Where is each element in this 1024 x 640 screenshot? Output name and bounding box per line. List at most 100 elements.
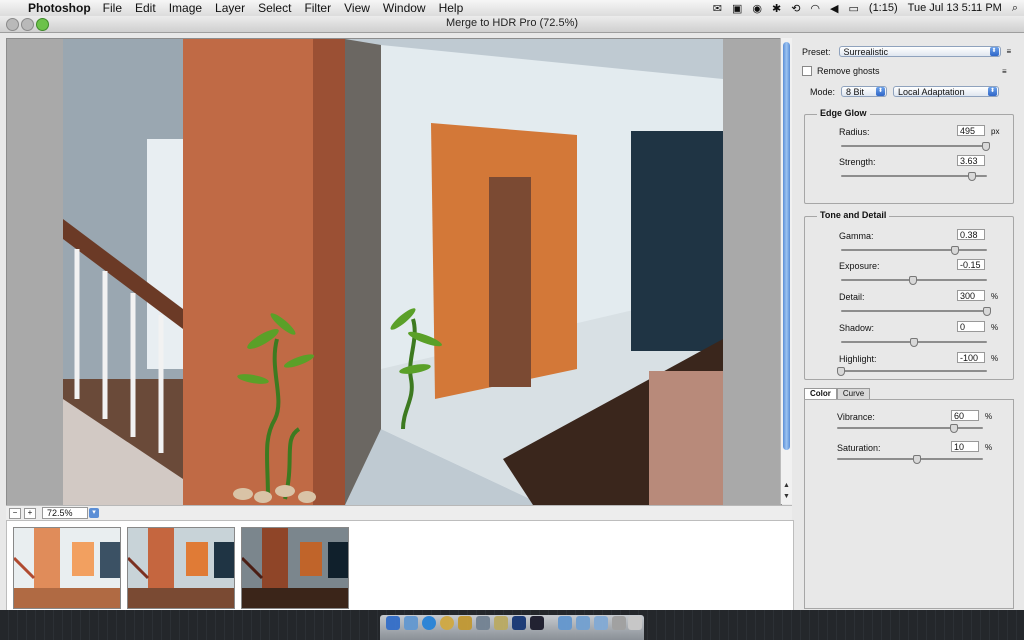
highlight-slider-knob[interactable] <box>837 367 845 376</box>
preset-options-icon[interactable]: ≡ <box>1007 47 1012 56</box>
trash-dock-icon[interactable] <box>628 616 642 630</box>
saturation-slider-knob[interactable] <box>913 455 922 464</box>
garageband-dock-icon[interactable] <box>458 616 472 630</box>
dropdown-arrow-icon: ⬍ <box>876 87 886 96</box>
detail-field[interactable]: 300 <box>957 290 985 301</box>
source-thumbnail-2[interactable] <box>127 527 235 609</box>
battery-time[interactable]: (1:15) <box>869 2 898 14</box>
mail-icon[interactable]: ✉ <box>713 2 722 15</box>
terminal-dock-icon[interactable] <box>530 616 544 630</box>
shadow-label: Shadow: <box>839 323 875 333</box>
tone-detail-group: Tone and Detail Gamma: 0.38 Exposure: -0… <box>804 210 1014 380</box>
radius-field[interactable]: 495 <box>957 125 985 136</box>
tab-curve[interactable]: Curve <box>836 388 871 399</box>
dock-shelf <box>380 615 644 640</box>
highlight-slider[interactable] <box>837 367 987 376</box>
strength-slider-knob[interactable] <box>968 172 977 181</box>
menubar-clock[interactable]: Tue Jul 13 5:11 PM <box>908 2 1002 14</box>
spotlight-icon[interactable]: ⌕ <box>1012 2 1018 15</box>
preview-photo-graphic <box>63 39 723 505</box>
zoom-level-field[interactable]: 72.5% <box>42 507 88 519</box>
documents-dock-icon[interactable] <box>576 616 590 630</box>
hdr-settings-panel: Preset: Surrealistic ⬍ ≡ Remove ghosts ≡… <box>798 38 1016 610</box>
downloads-dock-icon[interactable] <box>594 616 608 630</box>
system-prefs-dock-icon[interactable] <box>476 616 490 630</box>
preset-dropdown[interactable]: Surrealistic ⬍ <box>838 46 1001 57</box>
detail-slider-knob[interactable] <box>983 307 991 316</box>
menu-window[interactable]: Window <box>383 1 426 15</box>
gamma-slider[interactable] <box>841 246 987 255</box>
vibrance-unit: % <box>985 412 993 421</box>
mode-bit-depth-dropdown[interactable]: 8 Bit ⬍ <box>841 86 888 97</box>
wifi-icon[interactable]: ◠ <box>810 2 820 15</box>
remove-ghosts-label: Remove ghosts <box>817 66 880 76</box>
scrollbar-thumb[interactable] <box>783 42 790 450</box>
hdr-preview-image <box>63 39 723 505</box>
shadow-field[interactable]: 0 <box>957 321 985 332</box>
detail-slider[interactable] <box>841 307 991 316</box>
stickies-dock-icon[interactable] <box>494 616 508 630</box>
shadow-slider-knob[interactable] <box>910 338 918 347</box>
dock <box>0 610 1024 640</box>
applications-dock-icon[interactable] <box>612 616 626 630</box>
menu-file[interactable]: File <box>103 1 122 15</box>
app-menu[interactable]: Photoshop <box>28 1 91 15</box>
preview-vertical-scrollbar[interactable]: ▲ ▼ <box>780 38 792 504</box>
saturation-field[interactable]: 10 <box>951 441 979 452</box>
strength-field[interactable]: 3.63 <box>957 155 985 166</box>
dropdown-arrow-icon: ⬍ <box>989 47 999 56</box>
volume-icon[interactable]: ◀ <box>830 2 838 15</box>
menu-help[interactable]: Help <box>439 1 464 15</box>
photoshop-dock-icon[interactable] <box>512 616 526 630</box>
highlight-unit: % <box>991 354 999 363</box>
source-thumbnail-1[interactable] <box>13 527 121 609</box>
shadow-slider[interactable] <box>841 338 987 347</box>
saturation-slider[interactable] <box>837 455 983 464</box>
safari-dock-icon[interactable] <box>422 616 436 630</box>
gamma-field[interactable]: 0.38 <box>957 229 985 240</box>
tone-detail-title: Tone and Detail <box>817 210 890 220</box>
highlight-label: Highlight: <box>839 354 877 364</box>
source-thumbnail-3[interactable] <box>241 527 349 609</box>
bluetooth-icon[interactable]: ✱ <box>772 2 781 15</box>
strength-slider[interactable] <box>841 172 987 181</box>
dropdown-arrow-icon: ⬍ <box>988 87 998 96</box>
menu-view[interactable]: View <box>344 1 370 15</box>
remove-ghosts-checkbox[interactable] <box>802 66 812 76</box>
finder-dock-icon[interactable] <box>386 616 400 630</box>
zoom-dropdown-arrow-icon[interactable]: ▾ <box>89 508 99 518</box>
radius-slider[interactable] <box>841 142 990 151</box>
menu-layer[interactable]: Layer <box>215 1 245 15</box>
menu-select[interactable]: Select <box>258 1 291 15</box>
image-preview-area[interactable] <box>6 38 782 506</box>
tab-color[interactable]: Color <box>804 388 837 399</box>
vibrance-field[interactable]: 60 <box>951 410 979 421</box>
preview-dock-icon[interactable] <box>404 616 418 630</box>
mode-method-dropdown[interactable]: Local Adaptation ⬍ <box>893 86 1000 97</box>
battery-icon[interactable]: ▭ <box>849 2 859 15</box>
scroll-up-arrow-icon[interactable]: ▲ <box>781 482 792 492</box>
zoom-in-button[interactable]: + <box>24 507 36 519</box>
menu-image[interactable]: Image <box>169 1 202 15</box>
radius-label: Radius: <box>839 127 870 137</box>
detail-unit: % <box>991 292 999 301</box>
itunes-dock-icon[interactable] <box>440 616 454 630</box>
strength-label: Strength: <box>839 157 876 167</box>
menu-filter[interactable]: Filter <box>304 1 331 15</box>
display-icon[interactable]: ◉ <box>752 2 762 15</box>
finder-icon[interactable]: ▣ <box>732 2 742 15</box>
scroll-down-arrow-icon[interactable]: ▼ <box>781 493 792 503</box>
vibrance-slider[interactable] <box>837 424 983 433</box>
exposure-slider-knob[interactable] <box>908 276 917 285</box>
highlight-field[interactable]: -100 <box>957 352 985 363</box>
menu-edit[interactable]: Edit <box>135 1 156 15</box>
exposure-field[interactable]: -0.15 <box>957 259 985 270</box>
ghosts-options-icon[interactable]: ≡ <box>1002 67 1007 76</box>
folder-dock-icon[interactable] <box>558 616 572 630</box>
gamma-slider-knob[interactable] <box>950 246 959 255</box>
time-machine-icon[interactable]: ⟲ <box>791 2 800 15</box>
vibrance-slider-knob[interactable] <box>949 424 958 433</box>
radius-slider-knob[interactable] <box>981 142 990 151</box>
exposure-slider[interactable] <box>841 276 987 285</box>
zoom-out-button[interactable]: − <box>9 507 21 519</box>
